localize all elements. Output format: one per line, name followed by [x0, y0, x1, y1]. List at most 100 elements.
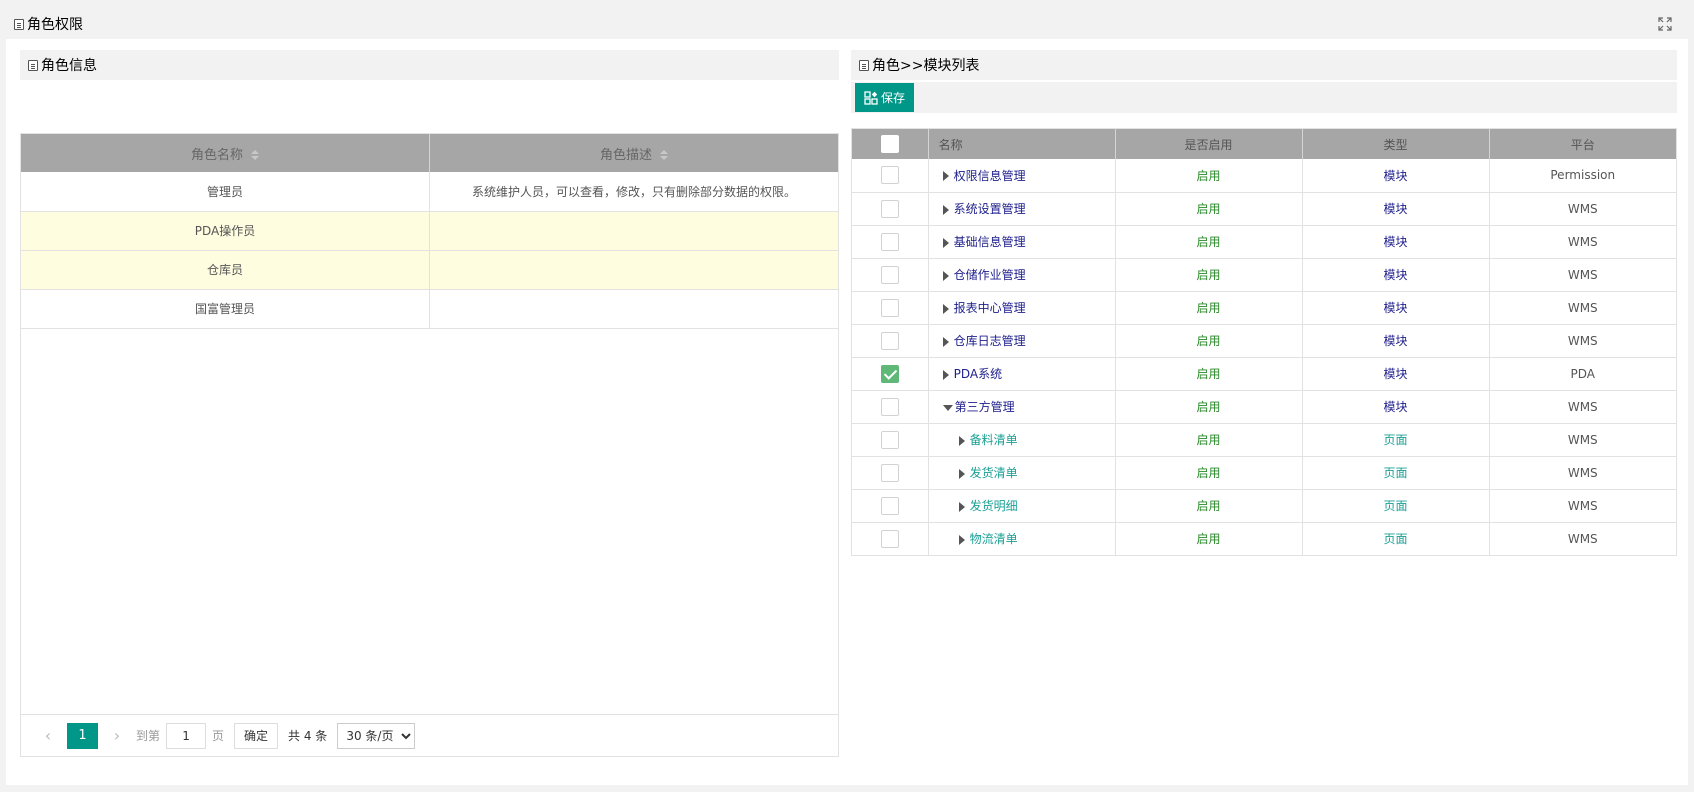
row-checkbox[interactable] [880, 166, 899, 185]
row-checkbox[interactable] [880, 331, 899, 350]
table-row[interactable]: 仓库员 [21, 250, 838, 290]
table-row[interactable]: 发货明细 启用 页面 WMS [852, 489, 1676, 523]
table-row[interactable]: 第三方管理 启用 模块 WMS [852, 390, 1676, 424]
table-row[interactable]: 备料清单 启用 页面 WMS [852, 423, 1676, 457]
total-count: 共 4 条 [288, 729, 328, 743]
module-name[interactable]: 权限信息管理 [954, 169, 1026, 183]
goto-page-input[interactable] [166, 722, 207, 749]
module-name[interactable]: 物流清单 [970, 532, 1018, 546]
module-name[interactable]: 仓储作业管理 [954, 268, 1026, 282]
row-checkbox[interactable] [880, 496, 899, 515]
module-name[interactable]: 系统设置管理 [954, 202, 1026, 216]
module-name-cell: 发货明细 [928, 489, 1116, 523]
enabled-cell: 启用 [1115, 258, 1303, 292]
platform-cell: WMS [1489, 225, 1676, 259]
module-name-cell: 物流清单 [928, 522, 1116, 556]
caret-right-icon[interactable] [942, 237, 949, 248]
module-name[interactable]: 仓库日志管理 [954, 334, 1026, 348]
caret-right-icon[interactable] [958, 468, 965, 479]
save-button[interactable]: 保存 [855, 83, 915, 112]
caret-right-icon[interactable] [942, 336, 949, 347]
module-name[interactable]: 发货清单 [970, 466, 1018, 480]
module-list-title: 角色>>模块列表 [872, 58, 980, 74]
column-header-role-desc[interactable]: 角色描述 [429, 134, 838, 172]
row-checkbox[interactable] [880, 199, 899, 218]
save-label: 保存 [881, 91, 906, 105]
type-cell: 模块 [1302, 291, 1490, 325]
module-name[interactable]: PDA系统 [954, 367, 1002, 381]
table-row[interactable]: 权限信息管理 启用 模块 Permission [852, 159, 1676, 193]
checkbox-cell [852, 258, 929, 292]
page-title-bar: 角色权限 [6, 9, 1688, 39]
caret-right-icon[interactable] [958, 534, 965, 545]
chevron-left-icon[interactable]: ‹ [35, 726, 61, 745]
column-header-type: 类型 [1302, 129, 1490, 159]
row-checkbox[interactable] [880, 463, 899, 482]
checkbox-cell [852, 456, 929, 490]
table-row[interactable]: PDA系统 启用 模块 PDA [852, 357, 1676, 391]
module-name[interactable]: 发货明细 [970, 499, 1018, 513]
enabled-cell: 启用 [1115, 456, 1303, 490]
goto-suffix: 页 [212, 729, 225, 743]
type-cell: 模块 [1302, 159, 1490, 193]
table-row[interactable]: PDA操作员 [21, 211, 838, 251]
column-header-role-name[interactable]: 角色名称 [21, 134, 430, 172]
column-header-enabled: 是否启用 [1115, 129, 1303, 159]
fullscreen-icon[interactable] [1658, 17, 1672, 31]
module-name-cell: 发货清单 [928, 456, 1116, 490]
page-size-select[interactable]: 10 条/页20 条/页30 条/页40 条/页50 条/页 [337, 722, 416, 749]
caret-right-icon[interactable] [958, 501, 965, 512]
table-row[interactable]: 系统设置管理 启用 模块 WMS [852, 192, 1676, 226]
sort-icon[interactable] [251, 150, 259, 160]
row-checkbox[interactable] [880, 298, 899, 317]
checkbox-cell [852, 357, 929, 391]
table-row[interactable]: 物流清单 启用 页面 WMS [852, 522, 1676, 556]
table-row[interactable]: 发货清单 启用 页面 WMS [852, 456, 1676, 490]
row-checkbox[interactable] [880, 265, 899, 284]
enabled-cell: 启用 [1115, 489, 1303, 523]
role-name-cell: 国富管理员 [21, 289, 430, 329]
module-name[interactable]: 基础信息管理 [954, 235, 1026, 249]
caret-down-icon[interactable] [942, 404, 953, 411]
row-checkbox[interactable] [880, 364, 899, 383]
platform-cell: WMS [1489, 522, 1676, 556]
sort-icon[interactable] [660, 150, 668, 160]
caret-right-icon[interactable] [942, 270, 949, 281]
page-button-current[interactable]: 1 [67, 722, 98, 749]
row-checkbox[interactable] [880, 232, 899, 251]
module-name[interactable]: 第三方管理 [955, 400, 1015, 414]
table-row[interactable]: 国富管理员 [21, 289, 838, 329]
checkbox-cell [852, 291, 929, 325]
module-name[interactable]: 备料清单 [970, 433, 1018, 447]
module-name-cell: 第三方管理 [928, 390, 1116, 424]
checkbox-cell [852, 192, 929, 226]
module-name[interactable]: 报表中心管理 [954, 301, 1026, 315]
enabled-cell: 启用 [1115, 192, 1303, 226]
table-row[interactable]: 基础信息管理 启用 模块 WMS [852, 225, 1676, 259]
checkbox-cell [852, 489, 929, 523]
table-row[interactable]: 仓库日志管理 启用 模块 WMS [852, 324, 1676, 358]
row-checkbox[interactable] [880, 430, 899, 449]
platform-cell: PDA [1489, 357, 1676, 391]
enabled-cell: 启用 [1115, 522, 1303, 556]
caret-right-icon[interactable] [958, 435, 965, 446]
caret-right-icon[interactable] [942, 369, 949, 380]
table-row[interactable]: 报表中心管理 启用 模块 WMS [852, 291, 1676, 325]
row-checkbox[interactable] [880, 529, 899, 548]
row-checkbox[interactable] [880, 397, 899, 416]
type-cell: 页面 [1302, 522, 1490, 556]
table-row[interactable]: 管理员 系统维护人员，可以查看，修改，只有删除部分数据的权限。 [21, 172, 838, 212]
caret-right-icon[interactable] [942, 204, 949, 215]
goto-confirm-button[interactable]: 确定 [234, 722, 279, 749]
pagination: ‹ 1 › 到第 页 确定 共 4 条 10 条/页20 条/页30 条/页40… [21, 714, 838, 756]
select-all-checkbox[interactable] [880, 135, 899, 153]
role-name-cell: PDA操作员 [21, 211, 430, 251]
type-cell: 模块 [1302, 192, 1490, 226]
checkbox-cell [852, 390, 929, 424]
caret-right-icon[interactable] [942, 303, 949, 314]
checkbox-cell [852, 324, 929, 358]
table-row[interactable]: 仓储作业管理 启用 模块 WMS [852, 258, 1676, 292]
chevron-right-icon[interactable]: › [104, 726, 130, 745]
caret-right-icon[interactable] [942, 171, 949, 182]
platform-cell: WMS [1489, 489, 1676, 523]
